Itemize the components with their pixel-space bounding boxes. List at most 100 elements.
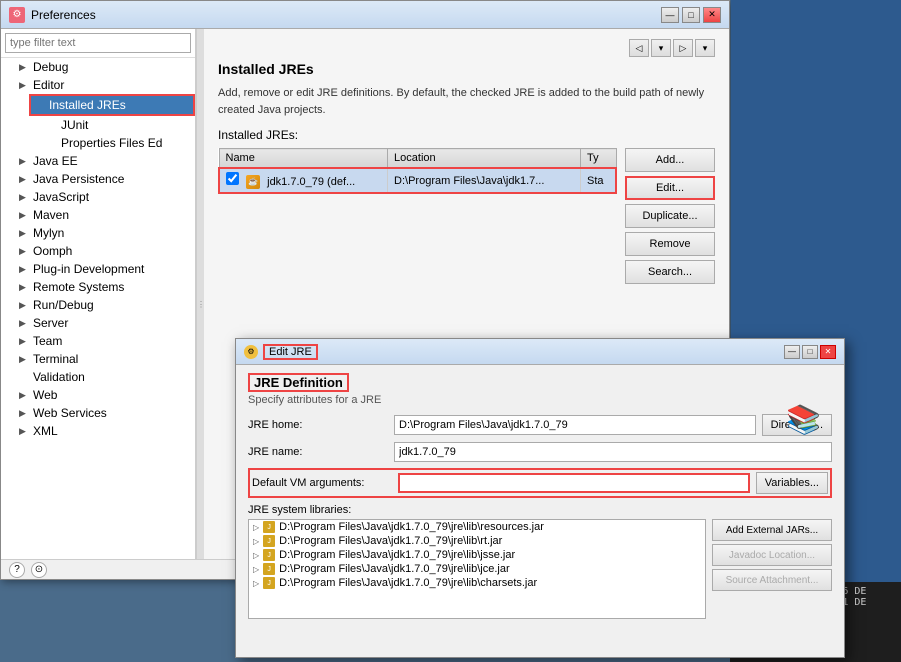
sidebar-item-installed-jres[interactable]: Installed JREs bbox=[29, 94, 195, 116]
team-label: Team bbox=[33, 334, 62, 348]
mylyn-arrow: ▶ bbox=[19, 228, 33, 239]
edit-jre-title: Edit JRE bbox=[263, 344, 318, 360]
sidebar-item-validation[interactable]: Validation bbox=[15, 368, 195, 386]
lib-icon-0: J bbox=[263, 521, 275, 533]
books-icon: 📚 bbox=[786, 403, 830, 443]
jre-name-cell: ☕ jdk1.7.0_79 (def... bbox=[219, 168, 388, 193]
sidebar-item-javascript[interactable]: ▶ JavaScript bbox=[15, 188, 195, 206]
jre-name: jdk1.7.0_79 (def... bbox=[267, 176, 355, 188]
table-row[interactable]: ☕ jdk1.7.0_79 (def... D:\Program Files\J… bbox=[219, 168, 616, 193]
resize-dots: ⋮ bbox=[197, 300, 204, 309]
lib-item[interactable]: ▷ J D:\Program Files\Java\jdk1.7.0_79\jr… bbox=[249, 548, 705, 562]
sidebar-item-oomph[interactable]: ▶ Oomph bbox=[15, 242, 195, 260]
close-button[interactable]: ✕ bbox=[703, 7, 721, 23]
edit-titlebar-left: ⚙ Edit JRE bbox=[244, 344, 318, 360]
web-arrow: ▶ bbox=[19, 390, 33, 401]
titlebar-left: ⚙ Preferences bbox=[9, 7, 96, 23]
jre-checkbox[interactable] bbox=[226, 172, 239, 185]
lib-path-1: D:\Program Files\Java\jdk1.7.0_79\jre\li… bbox=[279, 535, 502, 547]
nav-down-button[interactable]: ▾ bbox=[651, 39, 671, 57]
sidebar-item-web-services[interactable]: ▶ Web Services bbox=[15, 404, 195, 422]
sidebar-item-team[interactable]: ▶ Team bbox=[15, 332, 195, 350]
lib-path-4: D:\Program Files\Java\jdk1.7.0_79\jre\li… bbox=[279, 577, 537, 589]
edit-close[interactable]: ✕ bbox=[820, 345, 836, 359]
lib-item[interactable]: ▷ J D:\Program Files\Java\jdk1.7.0_79\jr… bbox=[249, 576, 705, 590]
editor-label: Editor bbox=[33, 78, 64, 92]
maximize-button[interactable]: □ bbox=[682, 7, 700, 23]
edit-maximize[interactable]: □ bbox=[802, 345, 818, 359]
variables-button[interactable]: Variables... bbox=[756, 472, 828, 494]
run-debug-arrow: ▶ bbox=[19, 300, 33, 311]
lib-path-3: D:\Program Files\Java\jdk1.7.0_79\jre\li… bbox=[279, 563, 509, 575]
edit-button[interactable]: Edit... bbox=[625, 176, 715, 200]
sidebar-item-remote-systems[interactable]: ▶ Remote Systems bbox=[15, 278, 195, 296]
table-label: Installed JREs: bbox=[218, 128, 715, 142]
oomph-label: Oomph bbox=[33, 244, 72, 258]
action-buttons: Add... Edit... Duplicate... Remove Searc… bbox=[625, 148, 715, 284]
lib-icon-4: J bbox=[263, 577, 275, 589]
lib-icon-2: J bbox=[263, 549, 275, 561]
remove-button[interactable]: Remove bbox=[625, 232, 715, 256]
jre-type-cell: Sta bbox=[581, 168, 616, 193]
sidebar-item-mylyn[interactable]: ▶ Mylyn bbox=[15, 224, 195, 242]
sidebar-item-properties-files[interactable]: Properties Files Ed bbox=[43, 134, 195, 152]
terminal-arrow: ▶ bbox=[19, 354, 33, 365]
source-attachment-button[interactable]: Source Attachment... bbox=[712, 569, 832, 591]
edit-minimize[interactable]: — bbox=[784, 345, 800, 359]
run-debug-label: Run/Debug bbox=[33, 298, 94, 312]
sidebar-item-debug[interactable]: ▶ Debug bbox=[15, 58, 195, 76]
sidebar-item-editor[interactable]: ▶ Editor bbox=[15, 76, 195, 94]
sidebar-item-xml[interactable]: ▶ XML bbox=[15, 422, 195, 440]
jre-location-cell: D:\Program Files\Java\jdk1.7... bbox=[388, 168, 581, 193]
duplicate-button[interactable]: Duplicate... bbox=[625, 204, 715, 228]
javadoc-location-button[interactable]: Javadoc Location... bbox=[712, 544, 832, 566]
back-button[interactable]: ◁ bbox=[629, 39, 649, 57]
forward-button[interactable]: ▷ bbox=[673, 39, 693, 57]
oomph-arrow: ▶ bbox=[19, 246, 33, 257]
jre-home-input[interactable] bbox=[394, 415, 756, 435]
sidebar-item-web[interactable]: ▶ Web bbox=[15, 386, 195, 404]
filter-input[interactable] bbox=[5, 33, 191, 53]
resize-handle[interactable]: ⋮ bbox=[196, 29, 204, 579]
terminal-label: Terminal bbox=[33, 352, 78, 366]
sidebar-item-junit[interactable]: JUnit bbox=[43, 116, 195, 134]
default-vm-row: Default VM arguments: Variables... bbox=[248, 468, 832, 498]
libs-row: ▷ J D:\Program Files\Java\jdk1.7.0_79\jr… bbox=[248, 519, 832, 619]
lib-item[interactable]: ▷ J D:\Program Files\Java\jdk1.7.0_79\jr… bbox=[249, 562, 705, 576]
team-arrow: ▶ bbox=[19, 336, 33, 347]
sidebar-item-maven[interactable]: ▶ Maven bbox=[15, 206, 195, 224]
java-persistence-arrow: ▶ bbox=[19, 174, 33, 185]
help2-button[interactable]: ⊙ bbox=[31, 562, 47, 578]
web-services-arrow: ▶ bbox=[19, 408, 33, 419]
lib-item[interactable]: ▷ J D:\Program Files\Java\jdk1.7.0_79\jr… bbox=[249, 520, 705, 534]
search-button[interactable]: Search... bbox=[625, 260, 715, 284]
jre-home-row: JRE home: Directory... bbox=[248, 414, 832, 436]
lib-icon-3: J bbox=[263, 563, 275, 575]
minimize-button[interactable]: — bbox=[661, 7, 679, 23]
jre-name-label: JRE name: bbox=[248, 446, 388, 458]
jre-name-input[interactable] bbox=[394, 442, 832, 462]
sidebar-item-java-persistence[interactable]: ▶ Java Persistence bbox=[15, 170, 195, 188]
sidebar-item-server[interactable]: ▶ Server bbox=[15, 314, 195, 332]
lib-arrow-0: ▷ bbox=[253, 523, 259, 532]
edit-jre-dialog: ⚙ Edit JRE — □ ✕ JRE Definition Specify … bbox=[235, 338, 845, 658]
libraries-section: JRE system libraries: ▷ J D:\Program Fil… bbox=[248, 504, 832, 619]
nav-menu-button[interactable]: ▾ bbox=[695, 39, 715, 57]
help-button[interactable]: ? bbox=[9, 562, 25, 578]
add-external-jars-button[interactable]: Add External JARs... bbox=[712, 519, 832, 541]
sidebar-item-terminal[interactable]: ▶ Terminal bbox=[15, 350, 195, 368]
lib-arrow-4: ▷ bbox=[253, 579, 259, 588]
junit-label: JUnit bbox=[61, 118, 88, 132]
filter-container bbox=[1, 29, 195, 58]
default-vm-label: Default VM arguments: bbox=[252, 477, 392, 489]
add-button[interactable]: Add... bbox=[625, 148, 715, 172]
lib-item[interactable]: ▷ J D:\Program Files\Java\jdk1.7.0_79\jr… bbox=[249, 534, 705, 548]
libraries-list[interactable]: ▷ J D:\Program Files\Java\jdk1.7.0_79\jr… bbox=[248, 519, 706, 619]
sidebar-item-run-debug[interactable]: ▶ Run/Debug bbox=[15, 296, 195, 314]
sidebar-item-java-ee[interactable]: ▶ Java EE bbox=[15, 152, 195, 170]
default-vm-input[interactable] bbox=[398, 473, 750, 493]
remote-label: Remote Systems bbox=[33, 280, 124, 294]
sidebar-item-plug-in-development[interactable]: ▶ Plug-in Development bbox=[15, 260, 195, 278]
edit-controls: — □ ✕ bbox=[784, 345, 836, 359]
preferences-titlebar: ⚙ Preferences — □ ✕ bbox=[1, 1, 729, 29]
